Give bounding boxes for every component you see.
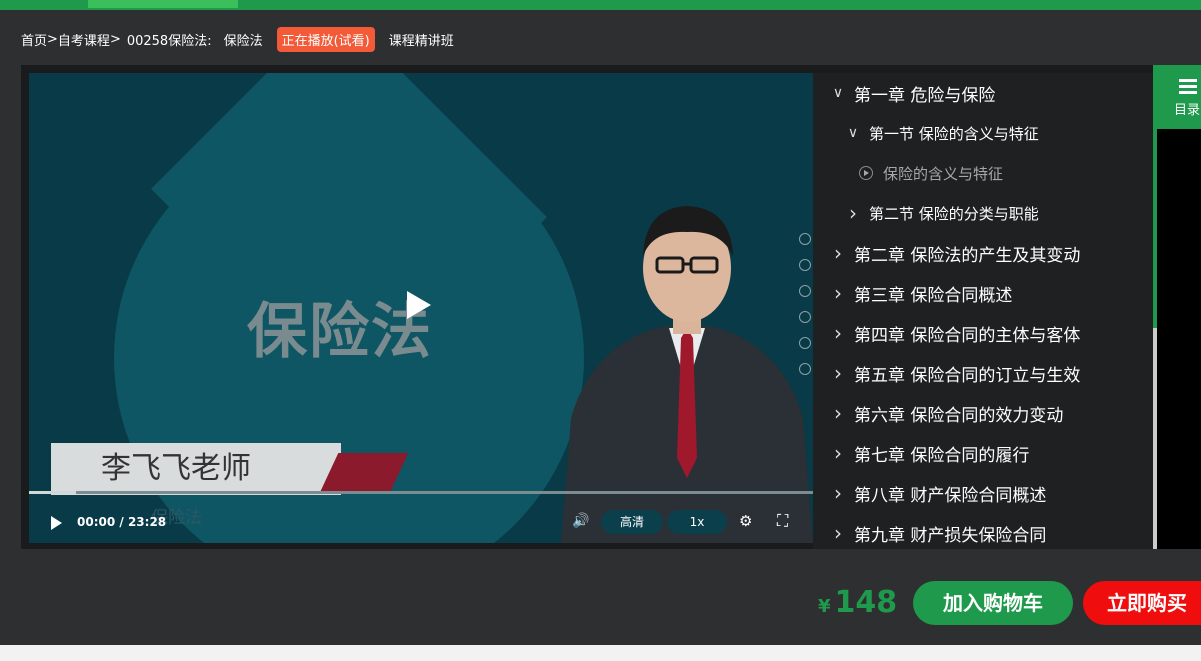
toc-item-level2[interactable]: › 第二节 保险的分类与职能 [813, 193, 1153, 233]
player-controls: 00:00 / 23:28 🔊 高清 1x ⚙ ⛶ [29, 503, 813, 543]
toc-item-level3[interactable]: 保险的含义与特征 [813, 153, 1153, 193]
side-tool-icon[interactable] [799, 363, 811, 375]
progress-bar[interactable] [29, 491, 813, 494]
breadcrumb-course-code: 00258保险法: [126, 33, 212, 49]
page-footer-strip [0, 645, 1201, 661]
chevron-right-icon: › [834, 401, 842, 425]
side-panel [1157, 128, 1201, 549]
toc-item-label: 第二章 保险法的产生及其变动 [854, 245, 1081, 266]
toc-item-level1[interactable]: › 第五章 保险合同的订立与生效 [813, 353, 1153, 393]
side-tool-icon[interactable] [799, 337, 811, 349]
chevron-right-icon: › [834, 321, 842, 345]
player-side-tools [799, 233, 813, 389]
top-bar [0, 0, 1201, 10]
gear-icon[interactable]: ⚙ [739, 512, 752, 530]
toc-item-label: 第四章 保险合同的主体与客体 [854, 325, 1081, 346]
play-overlay-icon[interactable] [407, 291, 431, 319]
toc-item-level1[interactable]: ∨ 第一章 危险与保险 [813, 73, 1153, 113]
toc-item-label: 第八章 财产保险合同概述 [854, 485, 1047, 506]
toc-item-label: 第三章 保险合同概述 [854, 285, 1013, 306]
chevron-down-icon: ∨ [832, 85, 844, 101]
status-badge: 正在播放(试看) [276, 26, 375, 52]
chevron-right-icon: › [834, 481, 842, 505]
toc-item-level1[interactable]: › 第七章 保险合同的履行 [813, 433, 1153, 473]
breadcrumb-courses[interactable]: 自考课程 [58, 30, 110, 49]
menu-icon [1179, 79, 1197, 97]
chevron-right-icon: › [834, 281, 842, 305]
table-of-contents: ∨ 第一章 危险与保险 ∨ 第一节 保险的含义与特征保险的含义与特征 › 第二节 保险的分… [813, 73, 1153, 549]
breadcrumb-separator: > [47, 31, 58, 47]
breadcrumb-home[interactable]: 首页 [21, 30, 47, 49]
toc-item-label: 第五章 保险合同的订立与生效 [854, 365, 1081, 386]
top-tab-highlight [88, 0, 238, 8]
toc-toggle-tab[interactable]: 目录 [1153, 65, 1201, 129]
toc-tab-label: 目录 [1174, 103, 1201, 118]
teacher-figure [561, 206, 813, 543]
breadcrumb: 首页 > 自考课程 > 00258保险法: 保险法 正在播放(试看) 课程精讲班 [21, 26, 454, 52]
time-total: 23:28 [127, 515, 167, 529]
toc-item-level1[interactable]: › 第九章 财产损失保险合同 [813, 513, 1153, 549]
chevron-right-icon: › [834, 521, 842, 545]
breadcrumb-separator: > [109, 31, 121, 47]
playback-rate-button[interactable]: 1x [667, 510, 727, 534]
toc-item-level1[interactable]: › 第二章 保险法的产生及其变动 [813, 233, 1153, 273]
toc-item-label: 第一章 危险与保险 [854, 85, 996, 106]
price-value: 148 [834, 585, 898, 620]
toc-item-level1[interactable]: › 第四章 保险合同的主体与客体 [813, 313, 1153, 353]
play-circle-icon [859, 166, 873, 180]
class-type-label: 课程精讲班 [388, 33, 454, 49]
time-current: 00:00 [77, 515, 116, 529]
chevron-right-icon: › [849, 201, 857, 225]
slide-title: 保险法 [247, 297, 433, 367]
chevron-down-icon: ∨ [847, 125, 859, 141]
toc-item-label: 第二节 保险的分类与职能 [869, 204, 1039, 223]
time-display: 00:00 / 23:28 [77, 515, 166, 529]
toc-item-level2[interactable]: ∨ 第一节 保险的含义与特征 [813, 113, 1153, 153]
currency-symbol: ¥ [818, 596, 831, 617]
video-player[interactable]: 保险法 李飞飞老师 保险法 00:00 / 23:28 🔊 高清 1x ⚙ ⛶ [29, 73, 813, 543]
progress-fill [29, 491, 77, 494]
chevron-right-icon: › [834, 361, 842, 385]
price-display: ¥ 148 [818, 585, 897, 620]
chevron-right-icon: › [834, 241, 842, 265]
toc-item-label: 第九章 财产损失保险合同 [854, 525, 1047, 546]
side-tool-icon[interactable] [799, 285, 811, 297]
play-icon[interactable] [51, 516, 62, 530]
side-tool-icon[interactable] [799, 259, 811, 271]
toc-item-level1[interactable]: › 第三章 保险合同概述 [813, 273, 1153, 313]
toc-item-label: 保险的含义与特征 [883, 164, 1004, 183]
toc-item-level1[interactable]: › 第六章 保险合同的效力变动 [813, 393, 1153, 433]
buy-now-button[interactable]: 立即购买 [1083, 581, 1201, 625]
fullscreen-icon[interactable]: ⛶ [777, 511, 788, 531]
side-tool-icon[interactable] [799, 233, 811, 245]
add-to-cart-button[interactable]: 加入购物车 [913, 581, 1073, 625]
volume-icon[interactable]: 🔊 [572, 513, 589, 529]
toc-item-label: 第七章 保险合同的履行 [854, 445, 1030, 466]
toc-item-label: 第六章 保险合同的效力变动 [854, 405, 1064, 426]
side-tool-icon[interactable] [799, 311, 811, 323]
breadcrumb-course-name: 保险法 [223, 33, 263, 49]
toc-item-label: 第一节 保险的含义与特征 [869, 124, 1039, 143]
time-separator: / [115, 515, 128, 529]
chevron-right-icon: › [834, 441, 842, 465]
toc-item-level1[interactable]: › 第八章 财产保险合同概述 [813, 473, 1153, 513]
quality-button[interactable]: 高清 [601, 510, 663, 534]
teacher-name-plate: 李飞飞老师 [51, 443, 341, 495]
